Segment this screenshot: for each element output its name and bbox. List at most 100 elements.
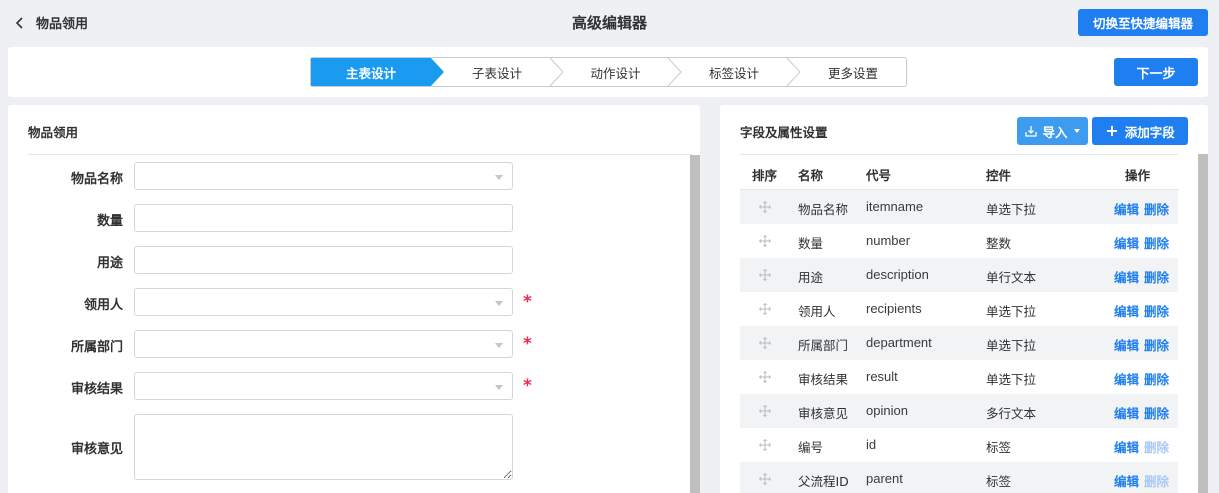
field-settings-title: 字段及属性设置 <box>740 125 828 140</box>
item-name-select[interactable] <box>134 162 513 190</box>
drag-handle-icon[interactable] <box>759 473 771 485</box>
edit-field-link[interactable]: 编辑 <box>1114 403 1139 422</box>
field-table: 排序 名称 代号 控件 操作 物品名称 itemname 单选下拉 编辑 删除 数量 num… <box>740 154 1178 493</box>
drag-handle-icon[interactable] <box>759 269 771 281</box>
drag-handle-icon[interactable] <box>759 337 771 349</box>
required-mark: * <box>523 292 532 312</box>
field-name-cell: 审核结果 <box>798 372 849 387</box>
top-bar: 物品领用 高级编辑器 切换至快捷编辑器 <box>0 0 1219 44</box>
field-code-cell: opinion <box>866 403 908 418</box>
field-control-cell: 单选下拉 <box>986 304 1037 319</box>
required-mark: * <box>523 334 532 354</box>
step-navigator: 主表设计 子表设计 动作设计 标签设计 更多设置 <box>310 57 907 87</box>
delete-field-link[interactable]: 删除 <box>1144 301 1169 320</box>
table-row: 领用人 recipients 单选下拉 编辑 删除 <box>740 292 1178 326</box>
form-row-review-result: 审核结果 * <box>28 372 532 400</box>
delete-field-link[interactable]: 删除 <box>1144 369 1169 388</box>
step-main-table-design[interactable]: 主表设计 <box>311 58 431 86</box>
column-header-name: 名称 <box>798 168 824 183</box>
drag-handle-icon[interactable] <box>759 405 771 417</box>
field-code-cell: department <box>866 335 932 350</box>
back-button[interactable]: 物品领用 <box>14 13 88 32</box>
form-scrollbar[interactable] <box>690 155 700 493</box>
field-name-cell: 数量 <box>798 236 824 251</box>
field-control-cell: 整数 <box>986 236 1012 251</box>
table-row: 审核意见 opinion 多行文本 编辑 删除 <box>740 394 1178 428</box>
drag-handle-icon[interactable] <box>759 371 771 383</box>
table-row: 编号 id 标签 编辑 删除 <box>740 428 1178 462</box>
edit-field-link[interactable]: 编辑 <box>1114 335 1139 354</box>
import-button[interactable]: 导入 <box>1017 117 1088 145</box>
field-table-scrollbar[interactable] <box>1198 154 1208 493</box>
delete-field-link[interactable]: 删除 <box>1144 403 1169 422</box>
table-row: 物品名称 itemname 单选下拉 编辑 删除 <box>740 190 1178 224</box>
column-header-order: 排序 <box>752 168 778 183</box>
delete-field-link[interactable]: 删除 <box>1144 267 1169 286</box>
delete-field-link: 删除 <box>1144 440 1170 455</box>
chevron-left-icon <box>15 16 23 29</box>
next-step-button[interactable]: 下一步 <box>1114 58 1198 86</box>
table-body: 物品名称 itemname 单选下拉 编辑 删除 数量 number 整数 编辑 删除 用途 desc… <box>740 190 1178 493</box>
chevron-down-icon <box>1073 129 1080 133</box>
delete-field-link: 删除 <box>1144 474 1170 489</box>
column-header-actions: 操作 <box>1125 168 1151 183</box>
field-control-cell: 单选下拉 <box>986 372 1037 387</box>
delete-field-link[interactable]: 删除 <box>1144 335 1169 354</box>
drag-handle-icon[interactable] <box>759 439 771 451</box>
step-sub-table-design[interactable]: 子表设计 <box>444 58 550 86</box>
delete-field-link[interactable]: 删除 <box>1144 199 1169 218</box>
step-action-design[interactable]: 动作设计 <box>563 58 668 86</box>
form-row-quantity: 数量 <box>28 204 528 232</box>
field-code-cell: result <box>866 369 898 384</box>
field-label: 数量 <box>96 214 123 229</box>
steps-bar: 主表设计 子表设计 动作设计 标签设计 更多设置 下一步 <box>8 47 1208 97</box>
required-mark: * <box>523 376 532 396</box>
edit-field-link[interactable]: 编辑 <box>1114 233 1139 252</box>
field-label: 物品名称 <box>70 172 123 187</box>
edit-field-link[interactable]: 编辑 <box>1114 471 1139 490</box>
field-code-cell: description <box>866 267 929 282</box>
field-control-cell: 标签 <box>986 474 1012 489</box>
field-label: 用途 <box>96 256 123 271</box>
department-select[interactable] <box>134 330 513 358</box>
field-name-cell: 编号 <box>798 440 824 455</box>
delete-field-link[interactable]: 删除 <box>1144 233 1169 252</box>
edit-field-link[interactable]: 编辑 <box>1114 199 1139 218</box>
table-row: 数量 number 整数 编辑 删除 <box>740 224 1178 258</box>
drag-handle-icon[interactable] <box>759 235 771 247</box>
edit-field-link[interactable]: 编辑 <box>1114 437 1139 456</box>
field-name-cell: 父流程ID <box>798 474 849 489</box>
step-separator <box>667 58 682 87</box>
field-name-cell: 领用人 <box>798 304 836 319</box>
chevron-down-icon <box>495 175 503 180</box>
field-code-cell: id <box>866 437 877 452</box>
drag-handle-icon[interactable] <box>759 303 771 315</box>
add-field-button[interactable]: + 添加字段 <box>1092 117 1188 145</box>
field-code-cell: itemname <box>866 199 924 214</box>
field-control-cell: 单选下拉 <box>986 202 1037 217</box>
review-opinion-textarea[interactable] <box>134 414 513 480</box>
edit-field-link[interactable]: 编辑 <box>1114 301 1139 320</box>
field-code-cell: number <box>866 233 911 248</box>
edit-field-link[interactable]: 编辑 <box>1114 369 1139 388</box>
column-header-code: 代号 <box>866 168 892 183</box>
quantity-input[interactable] <box>134 204 513 232</box>
recipient-select[interactable] <box>134 288 513 316</box>
table-header: 排序 名称 代号 控件 操作 <box>740 154 1178 190</box>
page-title: 高级编辑器 <box>571 14 647 32</box>
form-row-review-opinion: 审核意见 <box>28 414 528 480</box>
edit-field-link[interactable]: 编辑 <box>1114 267 1139 286</box>
review-result-select[interactable] <box>134 372 513 400</box>
step-more-settings[interactable]: 更多设置 <box>800 58 906 86</box>
form-row-department: 所属部门 * <box>28 330 532 358</box>
field-name-cell: 物品名称 <box>798 202 849 217</box>
step-label-design[interactable]: 标签设计 <box>681 58 787 86</box>
table-row: 父流程ID parent 标签 编辑 删除 <box>740 462 1178 493</box>
drag-handle-icon[interactable] <box>759 201 771 213</box>
import-label: 导入 <box>1042 124 1068 140</box>
field-control-cell: 单行文本 <box>986 270 1037 285</box>
field-name-cell: 用途 <box>798 270 824 285</box>
purpose-input[interactable] <box>134 246 513 274</box>
switch-quick-editor-button[interactable]: 切换至快捷编辑器 <box>1078 9 1208 36</box>
field-label: 审核结果 <box>70 382 123 397</box>
